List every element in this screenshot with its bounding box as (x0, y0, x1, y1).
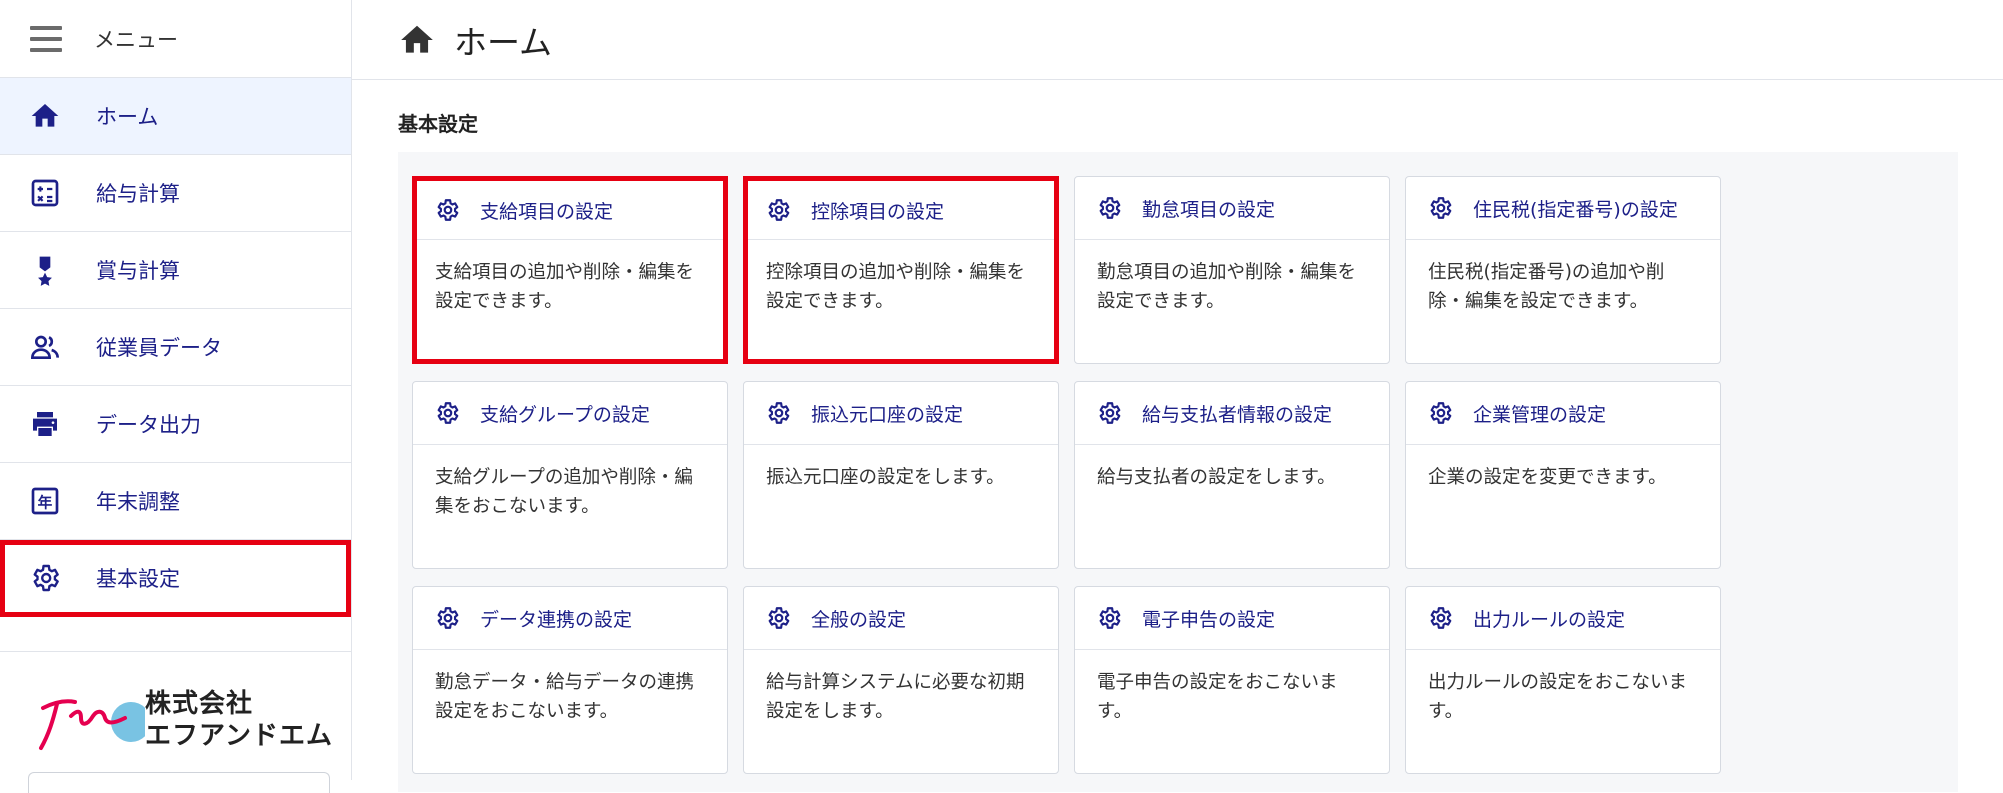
card-header: 電子申告の設定 (1075, 587, 1389, 650)
bottom-box (28, 772, 330, 793)
gear-icon (768, 402, 790, 424)
card-description: 企業の設定を変更できます。 (1428, 467, 1667, 488)
settings-card-output-rules[interactable]: 出力ルールの設定 出力ルールの設定をおこないます。 (1405, 586, 1721, 774)
card-header: 出力ルールの設定 (1406, 587, 1720, 650)
gear-icon (1430, 402, 1452, 424)
sidebar-item-bonus[interactable]: 賞与計算 (0, 232, 351, 309)
card-description: 振込元口座の設定をします。 (766, 467, 1005, 488)
card-header: 全般の設定 (744, 587, 1058, 650)
menu-title: メニュー (94, 27, 178, 52)
people-icon (28, 330, 62, 364)
settings-card-e-filing[interactable]: 電子申告の設定 電子申告の設定をおこないます。 (1074, 586, 1390, 774)
card-title: 給与支払者情報の設定 (1142, 403, 1333, 426)
sidebar-item-label: 給与計算 (96, 182, 180, 206)
card-title: 住民税(指定番号)の設定 (1473, 198, 1678, 221)
gear-icon (437, 607, 459, 629)
settings-card-company-management[interactable]: 企業管理の設定 企業の設定を変更できます。 (1405, 381, 1721, 569)
page-title: ホーム (454, 22, 553, 62)
settings-card-data-integration[interactable]: データ連携の設定 勤怠データ・給与データの連携設定をおこないます。 (412, 586, 728, 774)
gear-icon (28, 561, 62, 595)
card-header: 控除項目の設定 (748, 181, 1054, 240)
printer-icon (28, 407, 62, 441)
sidebar-item-label: 基本設定 (96, 567, 180, 591)
card-title: 企業管理の設定 (1473, 403, 1607, 426)
card-header: 振込元口座の設定 (744, 382, 1058, 445)
logo-line-2: エフアンドエム (145, 721, 333, 751)
card-description: 給与支払者の設定をします。 (1097, 467, 1336, 488)
card-header: 給与支払者情報の設定 (1075, 382, 1389, 445)
card-header: 支給グループの設定 (413, 382, 727, 445)
logo-text: 株式会社 エフアンドエム (145, 688, 333, 752)
settings-card-transfer-account[interactable]: 振込元口座の設定 振込元口座の設定をします。 (743, 381, 1059, 569)
menu-header[interactable]: メニュー (0, 0, 351, 78)
card-title: 支給グループの設定 (480, 403, 650, 426)
card-description: 電子申告の設定をおこないます。 (1097, 672, 1338, 722)
card-description: 勤怠データ・給与データの連携設定をおこないます。 (435, 672, 695, 722)
card-title: 出力ルールの設定 (1473, 608, 1626, 631)
gear-icon (1099, 402, 1121, 424)
card-title: 振込元口座の設定 (811, 403, 964, 426)
gear-icon (768, 607, 790, 629)
hamburger-menu-icon[interactable] (30, 25, 62, 52)
logo-line-1: 株式会社 (145, 689, 254, 719)
card-title: 支給項目の設定 (480, 200, 614, 223)
card-header: 企業管理の設定 (1406, 382, 1720, 445)
sidebar-item-home[interactable]: ホーム (0, 78, 351, 155)
sidebar-item-payroll[interactable]: 給与計算 (0, 155, 351, 232)
card-header: 住民税(指定番号)の設定 (1406, 177, 1720, 240)
card-header: 勤怠項目の設定 (1075, 177, 1389, 240)
medal-icon (28, 253, 62, 287)
settings-card-payment-group[interactable]: 支給グループの設定 支給グループの追加や削除・編集をおこないます。 (412, 381, 728, 569)
section-title: 基本設定 (398, 112, 478, 136)
card-header: 支給項目の設定 (417, 181, 723, 240)
home-icon (401, 25, 433, 53)
app: メニュー ホーム 給与計算 賞与計算 従業員データ データ出力 年 年末調整 基… (0, 0, 2003, 793)
svg-text:年: 年 (38, 494, 53, 512)
gear-icon (1430, 607, 1452, 629)
gear-icon (1430, 197, 1452, 219)
year-calendar-icon: 年 (28, 484, 62, 518)
card-description: 出力ルールの設定をおこないます。 (1428, 672, 1688, 722)
settings-card-payer-info[interactable]: 給与支払者情報の設定 給与支払者の設定をします。 (1074, 381, 1390, 569)
card-description: 住民税(指定番号)の追加や削除・編集を設定できます。 (1428, 262, 1665, 312)
card-title: データ連携の設定 (480, 608, 633, 631)
sidebar-item-label: ホーム (96, 105, 159, 129)
card-description: 支給グループの追加や削除・編集をおこないます。 (435, 467, 693, 517)
card-description: 給与計算システムに必要な初期設定をします。 (766, 672, 1025, 722)
sidebar-item-label: データ出力 (96, 413, 201, 437)
card-description: 控除項目の追加や削除・編集を設定できます。 (766, 262, 1026, 312)
settings-card-general[interactable]: 全般の設定 給与計算システムに必要な初期設定をします。 (743, 586, 1059, 774)
sidebar-item-data-output[interactable]: データ出力 (0, 386, 351, 463)
settings-panel: 支給項目の設定 支給項目の追加や削除・編集を設定できます。 控除項目の設定 控除… (398, 152, 1958, 792)
sidebar-item-label: 年末調整 (96, 490, 180, 514)
gear-icon (1099, 607, 1121, 629)
settings-card-attendance-items[interactable]: 勤怠項目の設定 勤怠項目の追加や削除・編集を設定できます。 (1074, 176, 1390, 364)
card-description: 勤怠項目の追加や削除・編集を設定できます。 (1097, 262, 1357, 312)
sidebar-item-year-end[interactable]: 年 年末調整 (0, 463, 351, 540)
card-title: 控除項目の設定 (811, 200, 945, 223)
settings-card-resident-tax[interactable]: 住民税(指定番号)の設定 住民税(指定番号)の追加や削除・編集を設定できます。 (1405, 176, 1721, 364)
main-content: ホーム 基本設定 支給項目の設定 支給項目の追加や削除・編集を設定できます。 控… (352, 0, 2003, 792)
gear-icon (1099, 197, 1121, 219)
sidebar-item-label: 従業員データ (96, 336, 222, 360)
card-title: 全般の設定 (811, 608, 907, 631)
card-title: 電子申告の設定 (1142, 608, 1276, 631)
sidebar-item-label: 賞与計算 (96, 259, 180, 283)
gear-icon (437, 402, 459, 424)
settings-card-payment-items[interactable]: 支給項目の設定 支給項目の追加や削除・編集を設定できます。 (412, 176, 728, 364)
page-header: ホーム (352, 0, 2003, 80)
sidebar-item-basic-settings[interactable]: 基本設定 (0, 540, 351, 617)
logo-mark-icon (39, 699, 145, 750)
sidebar-item-employees[interactable]: 従業員データ (0, 309, 351, 386)
home-icon (28, 99, 62, 133)
sidebar: メニュー ホーム 給与計算 賞与計算 従業員データ データ出力 年 年末調整 基… (0, 0, 352, 793)
settings-card-deduction-items[interactable]: 控除項目の設定 控除項目の追加や削除・編集を設定できます。 (743, 176, 1059, 364)
card-header: データ連携の設定 (413, 587, 727, 650)
card-title: 勤怠項目の設定 (1142, 198, 1276, 221)
company-logo: 株式会社 エフアンドエム (0, 651, 351, 793)
gear-icon (768, 199, 790, 221)
card-description: 支給項目の追加や削除・編集を設定できます。 (435, 262, 695, 312)
calculator-icon (28, 176, 62, 210)
gear-icon (437, 199, 459, 221)
